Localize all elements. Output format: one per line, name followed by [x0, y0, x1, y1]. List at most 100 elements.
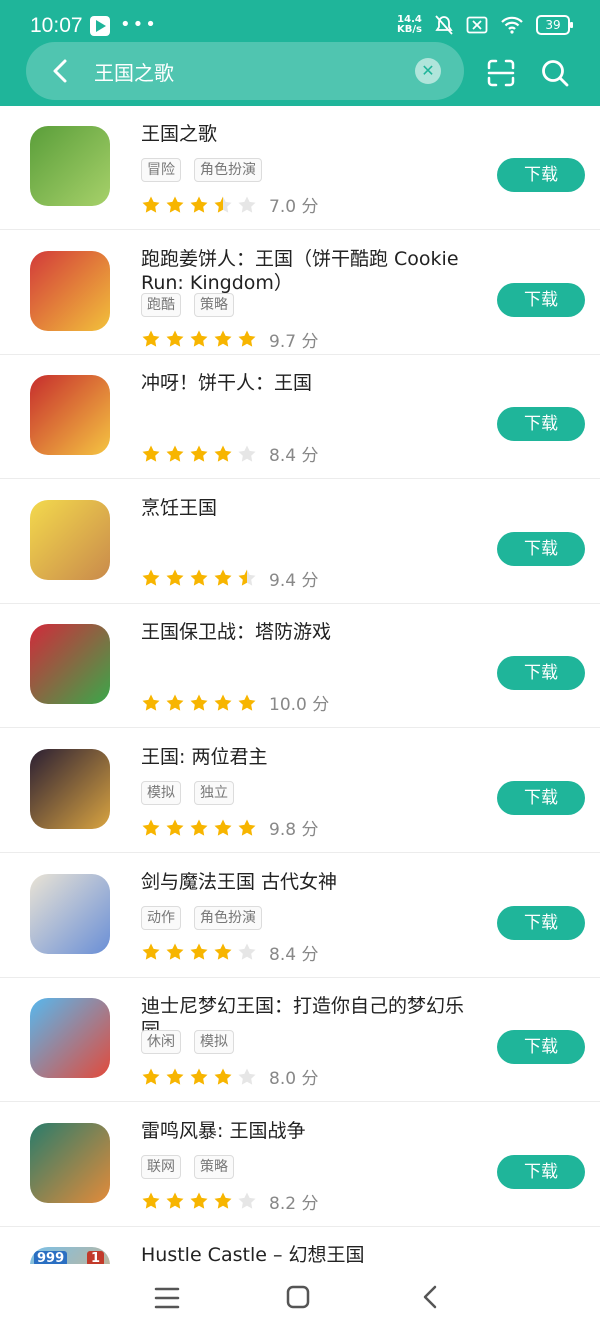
- app-name[interactable]: Hustle Castle – 幻想王国: [141, 1243, 481, 1264]
- app-icon[interactable]: [30, 749, 110, 829]
- app-tag: 冒险: [141, 158, 181, 182]
- star-full-icon: [166, 445, 184, 462]
- star-half-icon: [238, 569, 256, 586]
- app-icon[interactable]: [30, 624, 110, 705]
- star-full-icon: [190, 943, 208, 960]
- app-name[interactable]: 跑跑姜饼人：王国（饼干酷跑 Cookie Run: Kingdom）: [141, 247, 481, 295]
- app-rating: 8.4 分: [141, 940, 318, 965]
- download-button[interactable]: 下载: [497, 656, 585, 691]
- star-full-icon: [238, 819, 256, 836]
- search-input[interactable]: 王国之歌: [94, 57, 174, 86]
- app-tag: 策略: [194, 292, 234, 317]
- app-list-item[interactable]: 王国保卫战：塔防游戏 10.0 分 下载: [0, 604, 600, 729]
- star-full-icon: [190, 569, 208, 586]
- app-tag: 动作: [141, 905, 181, 930]
- status-right-icons: 14.4 KB/s 39: [397, 14, 573, 36]
- app-score: 9.4 分: [269, 570, 319, 591]
- download-button[interactable]: 下载: [497, 905, 585, 940]
- download-button[interactable]: 下载: [497, 1030, 585, 1065]
- home-icon[interactable]: [285, 1284, 311, 1310]
- star-full-icon: [166, 569, 184, 586]
- app-list-item[interactable]: 999 1 Hustle Castle – 幻想王国: [0, 1227, 600, 1264]
- app-name[interactable]: 烹饪王国: [141, 496, 481, 520]
- app-tags: 动作 角色扮演: [141, 905, 262, 930]
- close-icon[interactable]: ✕: [415, 58, 441, 84]
- app-icon-badge: 1: [86, 1251, 104, 1264]
- app-list-item[interactable]: 烹饪王国 9.4 分 下载: [0, 480, 600, 604]
- app-rating: 8.4 分: [141, 441, 318, 466]
- app-score: 9.8 分: [269, 820, 319, 840]
- app-name[interactable]: 雷鸣风暴: 王国战争: [141, 1119, 481, 1143]
- star-half-icon: [214, 196, 232, 213]
- app-icon[interactable]: [30, 998, 110, 1079]
- network-speed-unit: KB/s: [397, 24, 422, 35]
- star-full-icon: [166, 196, 184, 213]
- network-speed: 14.4 KB/s: [397, 15, 422, 35]
- app-name[interactable]: 剑与魔法王国 古代女神: [141, 870, 481, 894]
- app-rating: 8.2 分: [141, 1189, 318, 1214]
- app-rating: 9.7 分: [141, 327, 318, 352]
- star-full-icon: [190, 330, 208, 347]
- app-name[interactable]: 王国保卫战：塔防游戏: [141, 620, 481, 644]
- app-icon[interactable]: [30, 1122, 110, 1203]
- star-empty-icon: [238, 1192, 256, 1209]
- app-icon[interactable]: [30, 873, 110, 954]
- search-results-list[interactable]: 王国之歌 冒险 角色扮演 7.0 分下载 跑跑姜饼人：王国（饼干酷跑 Cookie Ru…: [0, 106, 600, 1264]
- scan-icon[interactable]: [486, 58, 516, 88]
- download-button[interactable]: 下载: [497, 531, 585, 566]
- app-tag: 独立: [194, 781, 234, 805]
- app-name[interactable]: 王国之歌: [141, 122, 481, 146]
- app-icon[interactable]: [30, 375, 110, 456]
- star-full-icon: [142, 1068, 160, 1085]
- chevron-left-icon[interactable]: [46, 56, 76, 86]
- star-full-icon: [190, 1068, 208, 1085]
- app-score: 8.4 分: [269, 944, 319, 965]
- app-tag: 策略: [194, 1154, 234, 1179]
- star-empty-icon: [238, 445, 256, 462]
- app-tags: 冒险 角色扮演: [141, 158, 262, 182]
- download-button[interactable]: 下载: [497, 158, 585, 192]
- app-score: 10.0 分: [269, 695, 330, 716]
- download-button[interactable]: 下载: [497, 282, 585, 317]
- star-full-icon: [238, 330, 256, 347]
- app-list-item[interactable]: 王国之歌冒险 角色扮演 7.0 分 下载: [0, 106, 600, 230]
- app-icon[interactable]: [30, 499, 110, 580]
- no-sim-icon: [466, 16, 488, 34]
- app-list-item[interactable]: 王国: 两位君主 模拟 独立 9.8 分 下载: [0, 729, 600, 853]
- app-tag: 休闲: [141, 1030, 181, 1055]
- app-tags: 联网 策略: [141, 1154, 234, 1179]
- app-icon[interactable]: [30, 250, 110, 331]
- app-score: 8.4 分: [269, 446, 319, 467]
- search-bar[interactable]: 王国之歌 ✕: [26, 42, 464, 100]
- app-icon[interactable]: 999 1: [30, 1247, 110, 1264]
- back-icon[interactable]: [418, 1284, 444, 1310]
- star-full-icon: [166, 1068, 184, 1085]
- star-full-icon: [214, 694, 232, 711]
- app-list-item[interactable]: 迪士尼梦幻王国：打造你自己的梦幻乐园休闲模拟8.0 分下载: [0, 978, 600, 1103]
- download-button[interactable]: 下载: [497, 407, 585, 442]
- app-name[interactable]: 冲呀！饼干人：王国: [141, 371, 481, 395]
- star-full-icon: [214, 1068, 232, 1085]
- app-name[interactable]: 王国: 两位君主: [141, 745, 481, 769]
- download-button[interactable]: 下载: [497, 781, 585, 815]
- search-icon[interactable]: [540, 58, 570, 88]
- star-full-icon: [190, 196, 208, 213]
- star-full-icon: [166, 330, 184, 347]
- app-score: 8.0 分: [269, 1069, 319, 1090]
- star-full-icon: [190, 694, 208, 711]
- app-list-item[interactable]: 雷鸣风暴: 王国战争 联网 策略 8.2 分 下载: [0, 1103, 600, 1227]
- app-list-item[interactable]: 跑跑姜饼人：王国（饼干酷跑 Cookie Run: Kingdom） 跑酷 策略 9.…: [0, 231, 600, 355]
- app-list-item[interactable]: 剑与魔法王国 古代女神 动作 角色扮演 8.4 分 下载: [0, 854, 600, 978]
- download-button[interactable]: 下载: [497, 1154, 585, 1189]
- star-full-icon: [214, 1192, 232, 1209]
- star-full-icon: [214, 819, 232, 836]
- star-full-icon: [142, 943, 160, 960]
- app-rating: 7.0 分: [141, 192, 318, 217]
- app-tag: 角色扮演: [194, 905, 262, 930]
- menu-icon[interactable]: [154, 1286, 180, 1310]
- app-score: 7.0 分: [269, 197, 319, 217]
- app-icon[interactable]: [30, 126, 110, 206]
- app-tags: 跑酷 策略: [141, 292, 234, 317]
- star-full-icon: [214, 330, 232, 347]
- app-list-item[interactable]: 冲呀！饼干人：王国 8.4 分 下载: [0, 355, 600, 480]
